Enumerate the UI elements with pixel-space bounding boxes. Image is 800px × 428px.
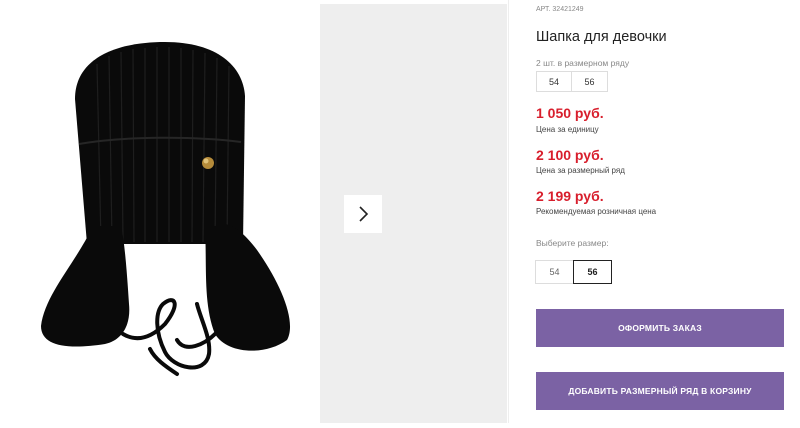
product-photo[interactable] bbox=[5, 4, 319, 423]
price-unit: 1 050 руб. bbox=[536, 105, 604, 121]
price-series: 2 100 руб. bbox=[536, 147, 604, 163]
product-title: Шапка для девочки bbox=[536, 29, 667, 45]
price-unit-caption: Цена за единицу bbox=[536, 125, 599, 134]
knit-hat-image bbox=[41, 42, 291, 376]
add-series-to-cart-button[interactable]: ДОБАВИТЬ РАЗМЕРНЫЙ РЯД В КОРЗИНУ bbox=[536, 372, 784, 410]
size-option-54[interactable]: 54 bbox=[535, 260, 574, 284]
chevron-right-icon bbox=[359, 206, 369, 222]
series-caption: 2 шт. в размерном ряду bbox=[536, 58, 630, 68]
size-option-56[interactable]: 56 bbox=[573, 260, 612, 284]
series-size-54: 54 bbox=[536, 71, 572, 92]
article-number: АРТ. 32421249 bbox=[536, 6, 584, 13]
checkout-button[interactable]: ОФОРМИТЬ ЗАКАЗ bbox=[536, 309, 784, 347]
price-series-caption: Цена за размерный ряд bbox=[536, 166, 625, 175]
price-retail-caption: Рекомендуемая розничная цена bbox=[536, 207, 657, 216]
series-size-56: 56 bbox=[572, 71, 608, 92]
next-image-button[interactable] bbox=[344, 195, 382, 233]
size-selector-caption: Выберите размер: bbox=[536, 238, 609, 248]
price-retail: 2 199 руб. bbox=[536, 188, 604, 204]
product-gallery bbox=[0, 0, 509, 423]
